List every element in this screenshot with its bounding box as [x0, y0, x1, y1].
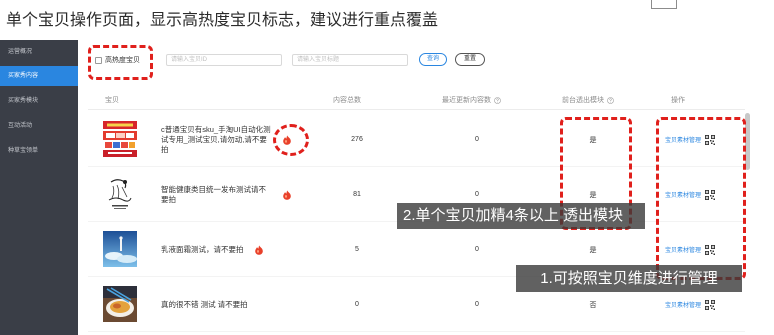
qrcode-icon[interactable]: [705, 244, 716, 255]
item-thumbnail: [103, 176, 137, 212]
item-title: 智能健康类目统一发布测试请不要拍: [161, 184, 266, 204]
column-header-recent-updates-label: 最近更新内容数: [442, 97, 491, 104]
material-manage-link[interactable]: 宝贝素材管理: [665, 245, 701, 254]
search-button[interactable]: 查询: [419, 53, 447, 66]
table-scrollbar[interactable]: [745, 113, 750, 170]
item-title: 乳液面霜测试，请不要拍: [161, 244, 244, 254]
reset-button[interactable]: 重置: [455, 53, 485, 66]
recent-updates: 0: [475, 136, 479, 143]
qrcode-icon[interactable]: [705, 134, 716, 145]
content-total: 5: [355, 246, 359, 253]
annotation-note-manage: 1.可按照宝贝维度进行管理: [516, 265, 742, 292]
hot-item-filter[interactable]: 高热度宝贝: [95, 54, 140, 66]
column-header-front-module-label: 前台透出模块: [562, 97, 604, 104]
action-cell: 宝贝素材管理: [665, 112, 716, 167]
column-header-recent-updates: 最近更新内容数: [442, 95, 501, 105]
content-total: 0: [355, 301, 359, 308]
recent-updates: 0: [475, 246, 479, 253]
sidebar-item-interactive-events[interactable]: 互动活动: [0, 116, 78, 136]
item-thumbnail: [103, 231, 137, 267]
column-header-content-total: 内容总数: [333, 95, 361, 105]
info-icon[interactable]: [494, 96, 501, 104]
sidebar-item-buyer-show-module[interactable]: 买家秀模块: [0, 91, 78, 111]
sidebar: 运营概况 买家秀内容 买家秀模块 互动活动 种草宝领单: [0, 40, 78, 335]
item-title: c普通宝贝有sku_手淘UI自动化测试专用_测试宝贝,请勿动,请不要拍: [161, 124, 271, 154]
front-module-status: 是: [589, 136, 597, 144]
item-id-input[interactable]: [166, 54, 282, 66]
column-header-content-total-label: 内容总数: [333, 97, 361, 104]
header-divider: [88, 109, 745, 110]
recent-updates: 0: [475, 301, 479, 308]
material-manage-link[interactable]: 宝贝素材管理: [665, 135, 701, 144]
item-title-cell: 智能健康类目统一发布测试请不要拍: [161, 167, 292, 222]
sidebar-item-buyer-show-content[interactable]: 买家秀内容: [0, 66, 78, 86]
hot-flame-icon: [282, 189, 292, 200]
table-row: c普通宝贝有sku_手淘UI自动化测试专用_测试宝贝,请勿动,请不要拍 276 …: [88, 112, 745, 167]
column-header-front-module: 前台透出模块: [562, 95, 614, 105]
content-total: 81: [353, 191, 361, 198]
info-icon[interactable]: [607, 96, 614, 104]
annotation-note-module: 2.单个宝贝加精4条以上 透出模块: [397, 203, 645, 229]
item-thumbnail: [103, 121, 137, 157]
qrcode-icon[interactable]: [705, 189, 716, 200]
column-header-actions-label: 操作: [671, 97, 685, 104]
column-header-item-label: 宝贝: [105, 97, 119, 104]
qrcode-icon[interactable]: [705, 299, 716, 310]
item-title-cell: 乳液面霜测试，请不要拍: [161, 222, 264, 277]
material-manage-link[interactable]: 宝贝素材管理: [665, 190, 701, 199]
sidebar-item-seeding-orders[interactable]: 种草宝领单: [0, 141, 78, 161]
checkbox-icon[interactable]: [95, 56, 102, 64]
column-header-actions: 操作: [671, 95, 685, 105]
item-title: 真的很不错 测试 请不要拍: [161, 299, 248, 309]
material-manage-link[interactable]: 宝贝素材管理: [665, 300, 701, 309]
item-title-cell: c普通宝贝有sku_手淘UI自动化测试专用_测试宝贝,请勿动,请不要拍: [161, 112, 292, 167]
page-title: 单个宝贝操作页面，显示高热度宝贝标志，建议进行重点覆盖: [6, 12, 439, 29]
column-header-item: 宝贝: [105, 95, 119, 105]
item-title-input[interactable]: [292, 54, 408, 66]
hot-flame-icon: [282, 134, 292, 145]
item-thumbnail: [103, 286, 137, 322]
corner-box: [651, 0, 677, 9]
action-cell: 宝贝素材管理: [665, 167, 716, 222]
item-title-cell: 真的很不错 测试 请不要拍: [161, 277, 248, 332]
hot-item-filter-label[interactable]: 高热度宝贝: [105, 55, 140, 65]
hot-flame-icon: [254, 244, 264, 255]
sidebar-item-overview[interactable]: 运营概况: [0, 42, 78, 62]
content-total: 276: [351, 136, 363, 143]
